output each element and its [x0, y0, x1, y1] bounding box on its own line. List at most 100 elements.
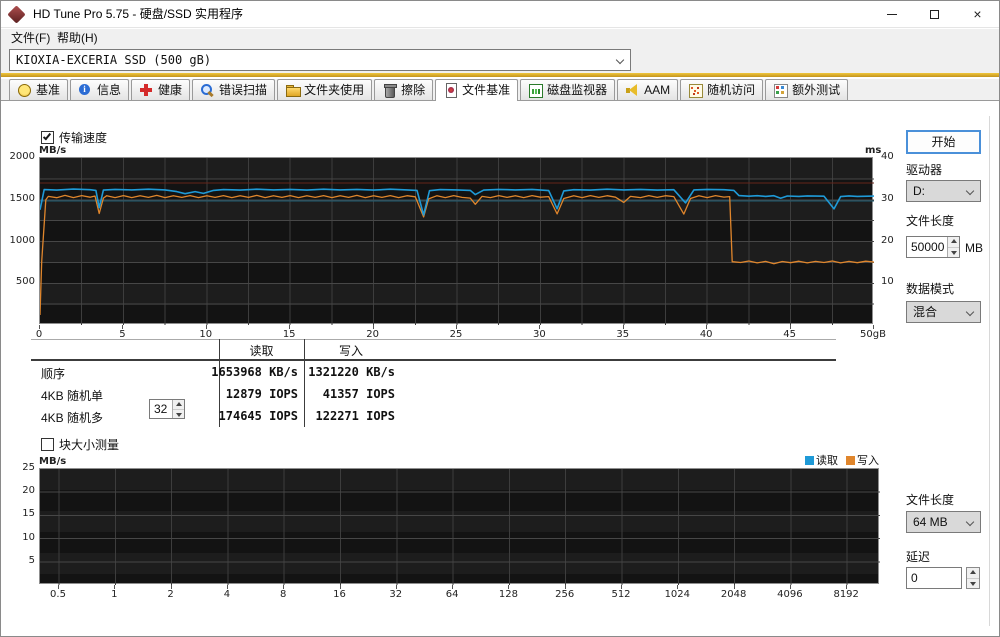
tab-label: 随机访问 [707, 83, 755, 97]
x-axis-label: 1 [111, 589, 117, 600]
data-mode-select[interactable]: 混合 [906, 301, 981, 323]
tab-erase[interactable]: 擦除 [374, 79, 433, 100]
axis-tick [452, 585, 453, 589]
row-label: 4KB 随机单 [41, 387, 103, 403]
block-size-option: 块大小测量 [41, 438, 119, 454]
top-chart-y-unit: MB/s [39, 145, 66, 156]
transfer-speed-chart [39, 157, 873, 324]
tab-extra-tests[interactable]: 额外测试 [765, 79, 848, 100]
tab-error-scan[interactable]: 错误扫描 [192, 79, 275, 100]
window-title: HD Tune Pro 5.75 - 硬盘/SSD 实用程序 [33, 1, 243, 28]
write-column-header: 写入 [304, 342, 398, 359]
file-benchmark-page: 传输速度 MB/s ms 读取 写入 顺序1653968 KB/s1321220… [1, 101, 1000, 637]
file-length-stepper[interactable]: 50000 [906, 236, 960, 258]
data-mode-value: 混合 [913, 305, 937, 319]
device-select[interactable]: KIOXIA-EXCERIA SSD (500 gB) [9, 49, 631, 71]
write-value: 41357 IOPS [306, 387, 395, 403]
start-button[interactable]: 开始 [906, 130, 981, 154]
queue-depth-stepper[interactable]: 32 [149, 399, 185, 419]
x-axis-label: 45 [783, 329, 796, 340]
minimize-button[interactable] [870, 1, 913, 28]
axis-tick [373, 325, 374, 329]
step-down-button[interactable] [967, 578, 979, 588]
step-up-button[interactable] [173, 400, 184, 409]
tab-folder-usage[interactable]: 文件夹使用 [277, 79, 372, 100]
row-label: 4KB 随机多 [41, 409, 103, 425]
minimize-icon [887, 14, 897, 15]
block-size-chart [39, 468, 879, 584]
tab-disk-monitor[interactable]: 磁盘监视器 [520, 79, 615, 100]
folder-icon [285, 83, 300, 97]
step-up-button[interactable] [967, 568, 979, 578]
tab-random-access[interactable]: 随机访问 [680, 79, 763, 100]
tab-health[interactable]: 健康 [131, 79, 190, 100]
axis-tick [873, 325, 874, 329]
chevron-down-icon [966, 308, 974, 316]
queue-depth-value: 32 [154, 400, 167, 418]
drive-label: 驱动器 [906, 161, 942, 178]
transfer-speed-checkbox[interactable] [41, 131, 54, 144]
chevron-down-icon [966, 187, 974, 195]
file-length-unit: MB [965, 241, 983, 255]
tab-aam[interactable]: AAM [617, 79, 678, 100]
bottom-chart-y-unit: MB/s [39, 456, 66, 467]
y-axis-label: 10 [7, 532, 35, 543]
x-axis-label: 5 [119, 329, 125, 340]
chart-legend: 读取写入 [679, 452, 879, 468]
y2-axis-label: 40 [881, 151, 894, 162]
y2-axis-label: 10 [881, 276, 894, 287]
drive-select[interactable]: D: [906, 180, 981, 202]
axis-tick [790, 585, 791, 589]
axis-tick [227, 585, 228, 589]
axis-tick [508, 585, 509, 589]
x-axis-label: 2048 [721, 589, 746, 600]
x-axis-label: 64 [446, 589, 459, 600]
table-line [31, 359, 836, 361]
x-axis-label: 50gB [860, 329, 886, 340]
titlebar: HD Tune Pro 5.75 - 硬盘/SSD 实用程序 × [1, 1, 999, 28]
x-axis-label: 20 [366, 329, 379, 340]
x-axis-label: 512 [611, 589, 630, 600]
menu-help[interactable]: 帮助(H) [51, 29, 104, 47]
trash-icon [382, 83, 397, 97]
file-length-value: 50000 [911, 237, 944, 257]
x-axis-label: 32 [389, 589, 402, 600]
axis-tick [539, 325, 540, 329]
step-down-button[interactable] [948, 247, 959, 257]
delay-stepper[interactable] [966, 567, 980, 589]
tab-label: 错误扫描 [219, 83, 267, 97]
tab-label: 文件基准 [462, 83, 510, 97]
file-benchmark-icon [443, 83, 458, 97]
maximize-button[interactable] [913, 1, 956, 28]
tab-label: 磁盘监视器 [547, 83, 607, 97]
tab-label: 基准 [36, 83, 60, 97]
step-down-button[interactable] [173, 409, 184, 418]
block-file-length-select[interactable]: 64 MB [906, 511, 981, 533]
axis-tick [39, 325, 40, 329]
y-axis-label: 15 [7, 508, 35, 519]
y-axis-label: 25 [7, 462, 35, 473]
tab-benchmark[interactable]: 基准 [9, 79, 68, 100]
close-icon: × [973, 6, 981, 22]
check-icon [43, 132, 51, 141]
scan-magnifier-icon [200, 83, 215, 97]
close-button[interactable]: × [956, 1, 999, 28]
tabbar: 基准信息健康 错误扫描文件夹使用擦除 文件基准 磁盘监视器 AAM 随机访问额外测试 [1, 79, 999, 101]
tab-file-benchmark[interactable]: 文件基准 [435, 79, 518, 101]
x-axis-label: 2 [167, 589, 173, 600]
axis-tick [734, 585, 735, 589]
drive-select-value: D: [913, 184, 925, 198]
menu-file[interactable]: 文件(F) [5, 29, 56, 47]
block-size-checkbox[interactable] [41, 438, 54, 451]
y-axis-label: 1500 [7, 193, 35, 204]
disk-monitor-icon [528, 83, 543, 97]
axis-tick [623, 325, 624, 329]
step-up-button[interactable] [948, 237, 959, 247]
y-axis-label: 1000 [7, 235, 35, 246]
read-value: 1653968 KB/s [181, 365, 298, 381]
axis-tick [340, 585, 341, 589]
x-axis-label: 25 [450, 329, 463, 340]
delay-label: 延迟 [906, 548, 930, 565]
delay-input[interactable]: 0 [906, 567, 962, 589]
tab-info[interactable]: 信息 [70, 79, 129, 100]
